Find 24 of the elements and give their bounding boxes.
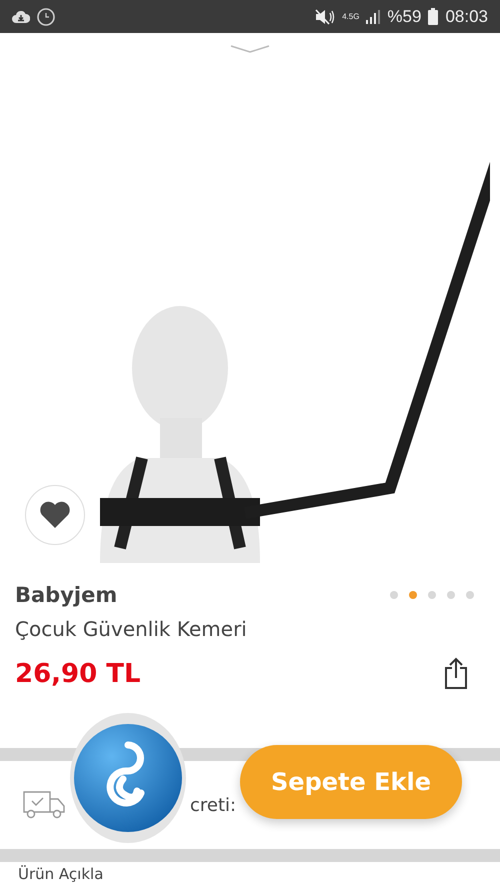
product-name: Çocuk Güvenlik Kemeri [15, 617, 248, 641]
cloud-download-icon [12, 10, 30, 22]
battery-icon [428, 8, 438, 25]
page-dot[interactable] [447, 591, 455, 599]
network-type: 4.5G [342, 12, 360, 21]
add-to-cart-button[interactable]: Sepete Ekle [240, 745, 462, 819]
shipping-fee-label: creti: [190, 794, 236, 816]
clock-time: 08:03 [445, 6, 488, 26]
share-icon[interactable] [444, 657, 468, 689]
brand-name: Babyjem [15, 583, 118, 607]
battery-percent: %59 [387, 6, 422, 26]
page-dot[interactable] [428, 591, 436, 599]
page-dot[interactable] [390, 591, 398, 599]
page-dot[interactable] [466, 591, 474, 599]
product-price: 26,90 TL [15, 659, 141, 689]
heart-icon [39, 501, 71, 529]
section-title: Ürün Açıkla [17, 864, 104, 883]
signal-icon [366, 10, 380, 24]
clock-icon [37, 8, 55, 26]
chevron-down-icon[interactable] [230, 45, 270, 53]
logo-icon [73, 723, 183, 833]
mute-icon [315, 8, 336, 24]
truck-icon [22, 790, 66, 820]
page-dot[interactable] [409, 591, 417, 599]
